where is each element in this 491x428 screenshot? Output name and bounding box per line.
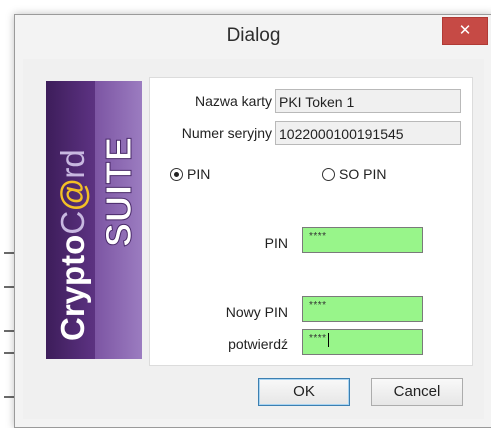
serial-number-label: Numer seryjny	[181, 125, 272, 141]
confirm-pin-label: potwierdź	[228, 336, 288, 352]
close-icon: ✕	[458, 22, 472, 39]
confirm-pin-input[interactable]: ****	[302, 329, 423, 355]
background-text-fragment	[4, 252, 14, 254]
background-text-fragment	[4, 286, 14, 288]
card-name-label: Nazwa karty	[194, 93, 272, 109]
card-name-field: PKI Token 1	[275, 89, 461, 113]
dialog-window: Dialog ✕ CryptoC@rd SUITE Nazwa karty PK…	[14, 14, 491, 428]
new-pin-input-value: ****	[309, 300, 327, 311]
radio-so-pin-circle[interactable]	[322, 167, 335, 181]
close-button[interactable]: ✕	[442, 17, 488, 45]
pin-input-value: ****	[309, 231, 327, 242]
ok-button[interactable]: OK	[258, 378, 350, 406]
title-bar[interactable]: Dialog ✕	[15, 15, 491, 59]
radio-so-pin-label: SO PIN	[339, 166, 387, 182]
new-pin-input[interactable]: ****	[302, 296, 423, 322]
background-text-fragment	[4, 396, 14, 398]
confirm-pin-input-value: ****	[309, 333, 327, 344]
radio-so-pin[interactable]: SO PIN	[322, 166, 386, 182]
window-title: Dialog	[226, 25, 281, 46]
background-text-fragment	[4, 352, 14, 354]
text-caret	[327, 333, 329, 347]
pin-label: PIN	[264, 235, 288, 251]
logo-brand-text: CryptoC@rd	[54, 149, 91, 341]
cancel-button[interactable]: Cancel	[371, 378, 463, 406]
pin-input[interactable]: ****	[302, 227, 423, 253]
new-pin-label: Nowy PIN	[225, 304, 288, 320]
radio-pin[interactable]: PIN	[170, 166, 210, 182]
dialog-body: CryptoC@rd SUITE Nazwa karty PKI Token 1…	[23, 59, 484, 419]
card-panel: Nazwa karty PKI Token 1 Numer seryjny 10…	[149, 77, 473, 366]
radio-pin-circle[interactable]	[170, 167, 183, 181]
background-text-fragment	[4, 330, 14, 332]
cryptocard-suite-logo: CryptoC@rd SUITE	[46, 81, 142, 359]
radio-selected-dot	[174, 171, 179, 177]
logo-suite-text: SUITE	[98, 135, 140, 247]
radio-pin-label: PIN	[187, 166, 211, 182]
serial-number-field: 1022000100191545	[275, 121, 461, 145]
logo-text: CryptoC@rd SUITE	[46, 81, 142, 359]
